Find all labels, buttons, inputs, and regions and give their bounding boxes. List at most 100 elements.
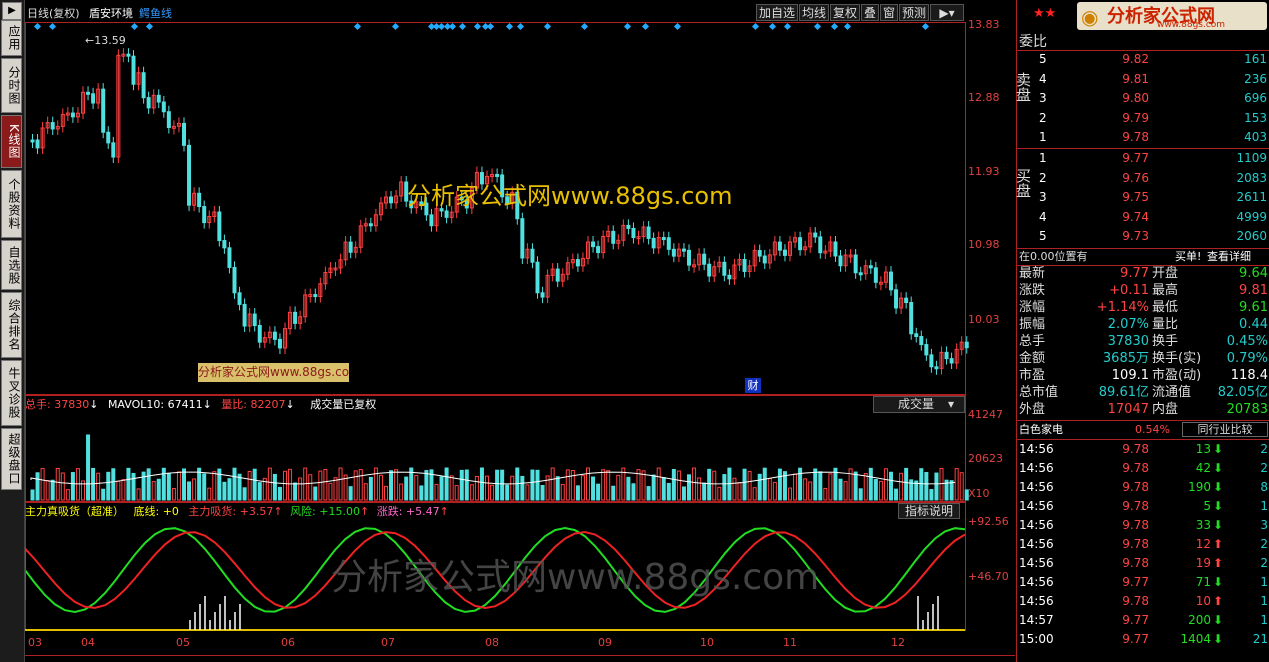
star-icon[interactable]: ★★	[1033, 6, 1056, 21]
signal-diamond	[623, 22, 632, 31]
volume-bar	[459, 469, 464, 501]
quote-value: +1.14%	[1096, 300, 1149, 315]
indicator-help-button[interactable]: 指标说明	[898, 503, 960, 519]
tick-row[interactable]: 14:56 9.78 12 ⬆ 2	[1017, 535, 1269, 553]
volume-bar	[313, 486, 318, 501]
quote-label: 振幅	[1019, 317, 1046, 332]
tick-row[interactable]: 14:57 9.77 200 ⬇ 1	[1017, 611, 1269, 629]
volume-bar	[464, 469, 469, 501]
order-book[interactable]: 5 9.82 161 4 9.81 236 3 9.80 696 2 9.79 153 1 9.78 403…	[1017, 50, 1269, 248]
order-book-row[interactable]: 2 9.79 153	[1017, 109, 1269, 127]
volume-bar	[747, 470, 752, 501]
tick-row[interactable]: 14:56 9.78 190 ⬇ 8	[1017, 478, 1269, 496]
candle-body	[596, 246, 601, 254]
volume-bar	[136, 488, 141, 501]
tick-row[interactable]: 14:56 9.78 5 ⬇ 1	[1017, 497, 1269, 515]
tick-time: 14:56	[1019, 537, 1054, 551]
order-book-row[interactable]: 5 9.73 2060	[1017, 227, 1269, 245]
order-book-row[interactable]: 1 9.77 1109	[1017, 149, 1269, 167]
play-icon[interactable]: ▶	[2, 2, 22, 20]
indicator-name[interactable]: 鳄鱼线	[139, 5, 172, 21]
order-book-row[interactable]: 3 9.80 696	[1017, 89, 1269, 107]
buy-order-label: 买单!	[1175, 250, 1202, 263]
tick-row[interactable]: 14:56 9.78 19 ⬆ 2	[1017, 554, 1269, 572]
view-detail-link[interactable]: 查看详细	[1207, 248, 1251, 266]
quote-label: 开盘	[1152, 266, 1179, 281]
down-arrow-icon: ↓	[89, 398, 99, 411]
side-tab-3[interactable]: K线图	[1, 115, 22, 168]
quote-value: 37830	[1107, 334, 1149, 349]
volume-bar	[631, 483, 636, 501]
indicator-main: 主力吸货: +3.57	[188, 505, 274, 518]
side-tab-1[interactable]: 应用	[1, 20, 22, 56]
sector-name[interactable]: 白色家电	[1019, 421, 1063, 439]
month-label: 03	[28, 636, 42, 649]
window-button[interactable]: 窗	[880, 4, 898, 21]
volume-selector-label: 成交量	[898, 397, 935, 411]
volume-bar	[873, 479, 878, 501]
candle-body	[70, 112, 75, 118]
candle-body	[429, 214, 434, 227]
peer-compare-button[interactable]: 同行业比较	[1182, 422, 1268, 437]
month-label: 04	[81, 636, 95, 649]
up-arrow-icon: ⬆	[1213, 537, 1224, 551]
side-tab-5[interactable]: 自选股	[1, 240, 22, 290]
candle-body	[944, 351, 949, 360]
candle-body	[661, 237, 666, 241]
side-tab-4[interactable]: 个股资料	[1, 170, 22, 238]
candle-body	[217, 211, 222, 242]
quote-row: 涨跌 +0.11 最高 9.81	[1017, 282, 1269, 299]
tick-row[interactable]: 15:00 9.77 1404 ⬇ 21	[1017, 630, 1269, 648]
finance-badge[interactable]: 财	[745, 378, 761, 393]
tick-row[interactable]: 14:56 9.78 42 ⬇ 2	[1017, 459, 1269, 477]
volume-bar	[131, 472, 136, 501]
position-note: 在0.00位置有	[1019, 250, 1088, 263]
volume-bar	[661, 477, 666, 501]
side-tab-2[interactable]: 分时图	[1, 58, 22, 113]
signal-diamond	[33, 22, 42, 31]
candle-body	[611, 230, 616, 244]
volume-selector[interactable]: 成交量 ▾	[873, 396, 965, 413]
order-book-row[interactable]: 3 9.75 2611	[1017, 188, 1269, 206]
period-label[interactable]: 日线(复权)	[27, 5, 80, 21]
order-book-row[interactable]: 1 9.78 403	[1017, 128, 1269, 146]
order-book-row[interactable]: 4 9.74 4999	[1017, 208, 1269, 226]
side-tab-8[interactable]: 超级盘口	[1, 428, 22, 490]
order-book-row[interactable]: 2 9.76 2083	[1017, 169, 1269, 187]
next-arrow-button[interactable]: ▶▾	[930, 4, 964, 21]
moving-average-button[interactable]: 均线	[799, 4, 829, 21]
chart-area[interactable]: 日线(复权) 盾安环境 鳄鱼线 加自选 均线 复权 叠 窗 预测 ▶▾ 13.8…	[25, 0, 1015, 662]
order-book-row[interactable]: 5 9.82 161	[1017, 50, 1269, 68]
candle-body	[646, 226, 651, 239]
tick-count: 2	[1260, 442, 1268, 456]
tick-row[interactable]: 14:56 9.78 33 ⬇ 3	[1017, 516, 1269, 534]
order-book-row[interactable]: 4 9.81 236	[1017, 70, 1269, 88]
side-tab-7[interactable]: 牛叉诊股	[1, 360, 22, 426]
volume-bar	[616, 474, 621, 501]
tick-list[interactable]: 14:56 9.78 13 ⬇ 2 14:56 9.78 42 ⬇ 2 14:56 9.78 190 ⬇ 8…	[1017, 440, 1269, 660]
quote-label: 流通值	[1152, 385, 1192, 400]
volume-bar	[646, 486, 651, 501]
volume-bar	[394, 469, 399, 501]
candle-body	[853, 254, 858, 274]
level-price: 9.75	[1122, 190, 1149, 204]
quote-value: 89.61亿	[1098, 385, 1149, 400]
volume-bar	[288, 468, 293, 501]
candle-body	[868, 265, 873, 269]
add-favorite-button[interactable]: 加自选	[756, 4, 798, 21]
restore-button[interactable]: 复权	[830, 4, 860, 21]
tick-row[interactable]: 14:56 9.77 71 ⬇ 1	[1017, 573, 1269, 591]
forecast-button[interactable]: 预测	[899, 4, 929, 21]
side-tab-6[interactable]: 综合排名	[1, 292, 22, 358]
down-arrow-icon: ⬇	[1213, 613, 1224, 627]
signal-diamond	[145, 22, 154, 31]
logo-globe-icon: ◉	[1081, 5, 1099, 29]
sector-row: 白色家电 0.54% 同行业比较	[1017, 421, 1269, 439]
tick-row[interactable]: 14:56 9.78 10 ⬆ 1	[1017, 592, 1269, 610]
volume-bar	[187, 481, 192, 501]
tick-row[interactable]: 14:56 9.78 13 ⬇ 2	[1017, 440, 1269, 458]
volume-bar	[883, 468, 888, 501]
overlay-button[interactable]: 叠	[861, 4, 879, 21]
volume-bar	[803, 478, 808, 501]
up-arrow-icon: ⬆	[1213, 594, 1224, 608]
